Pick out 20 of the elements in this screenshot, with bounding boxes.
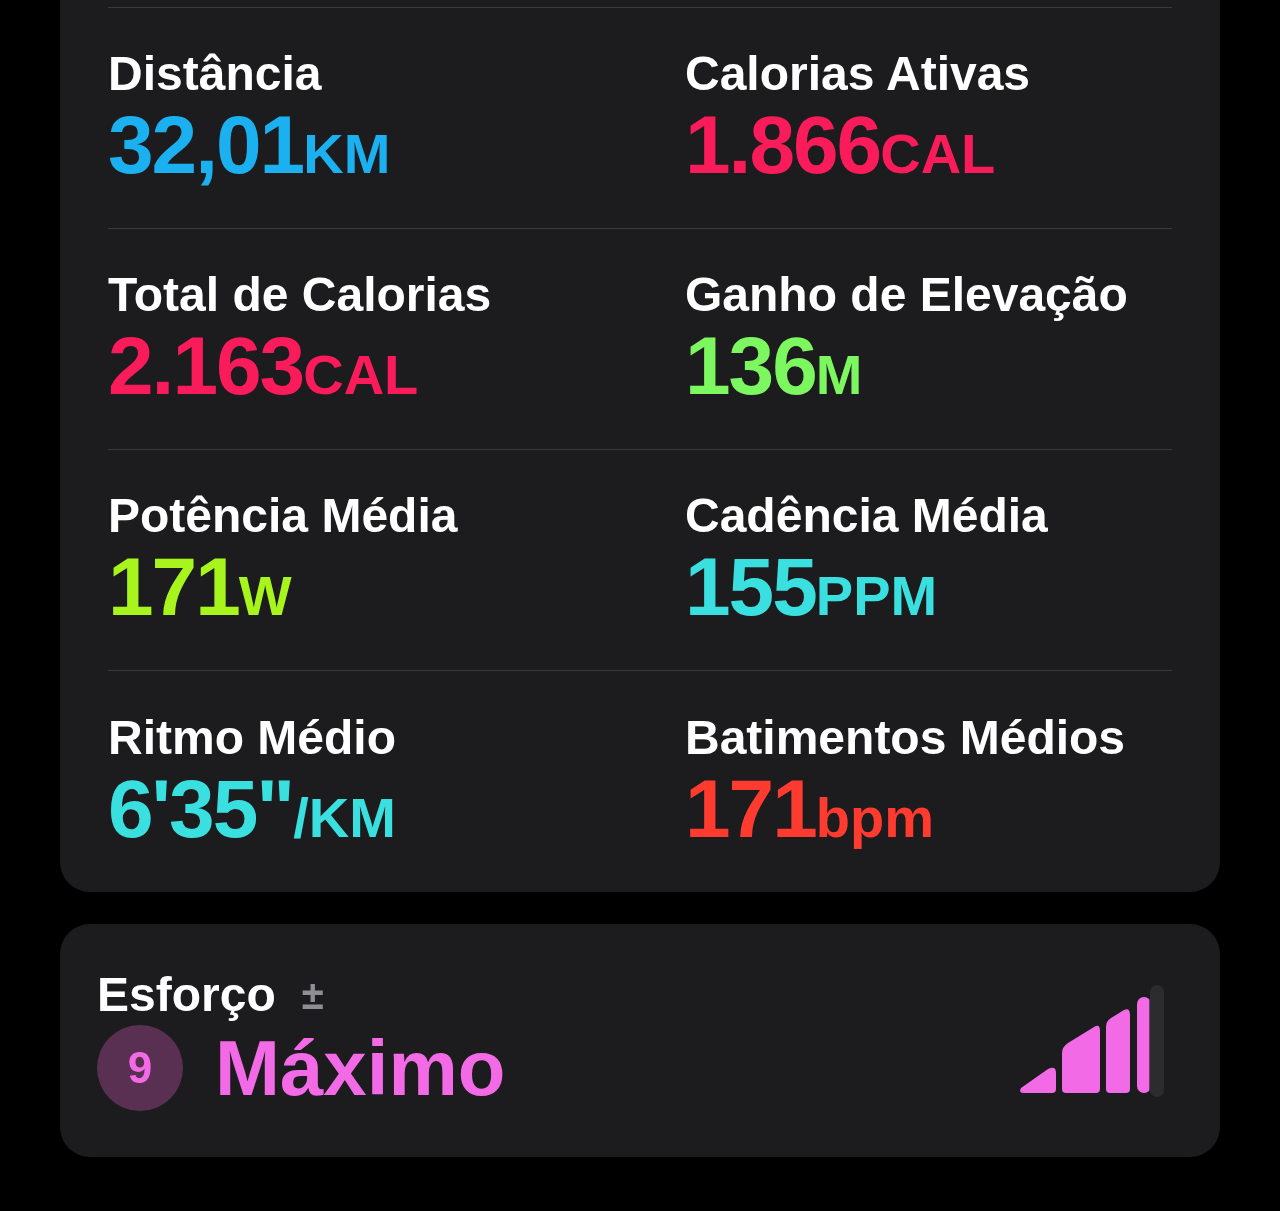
- metric-label: Calorias Ativas: [685, 50, 1032, 98]
- metric-label: Total de Calorias: [108, 271, 493, 319]
- effort-title: Esforço: [97, 970, 276, 1019]
- metric-value: 32,01KM: [108, 104, 392, 186]
- effort-score-badge: 9: [97, 1024, 183, 1111]
- metric-label: Cadência Média: [685, 492, 1049, 540]
- metric-value: 1.866CAL: [685, 104, 997, 186]
- metric-value: 171W: [108, 546, 293, 628]
- metric-label: Potência Média: [108, 492, 459, 540]
- metric-value: 136M: [685, 325, 864, 407]
- metric-value: 155PPM: [685, 546, 939, 628]
- metric-label: Ritmo Médio: [108, 713, 397, 762]
- metric-label: Distância: [108, 50, 323, 98]
- metric-label: Ganho de Elevação: [685, 271, 1129, 319]
- metric-value: 2.163CAL: [108, 325, 420, 407]
- adjust-icon[interactable]: ±: [301, 974, 324, 1015]
- metric-label: Batimentos Médios: [685, 713, 1127, 762]
- effort-rating: Máximo: [215, 1028, 506, 1107]
- metric-value: 171bpm: [685, 767, 936, 850]
- metric-value: 6'35"/KM: [108, 767, 397, 850]
